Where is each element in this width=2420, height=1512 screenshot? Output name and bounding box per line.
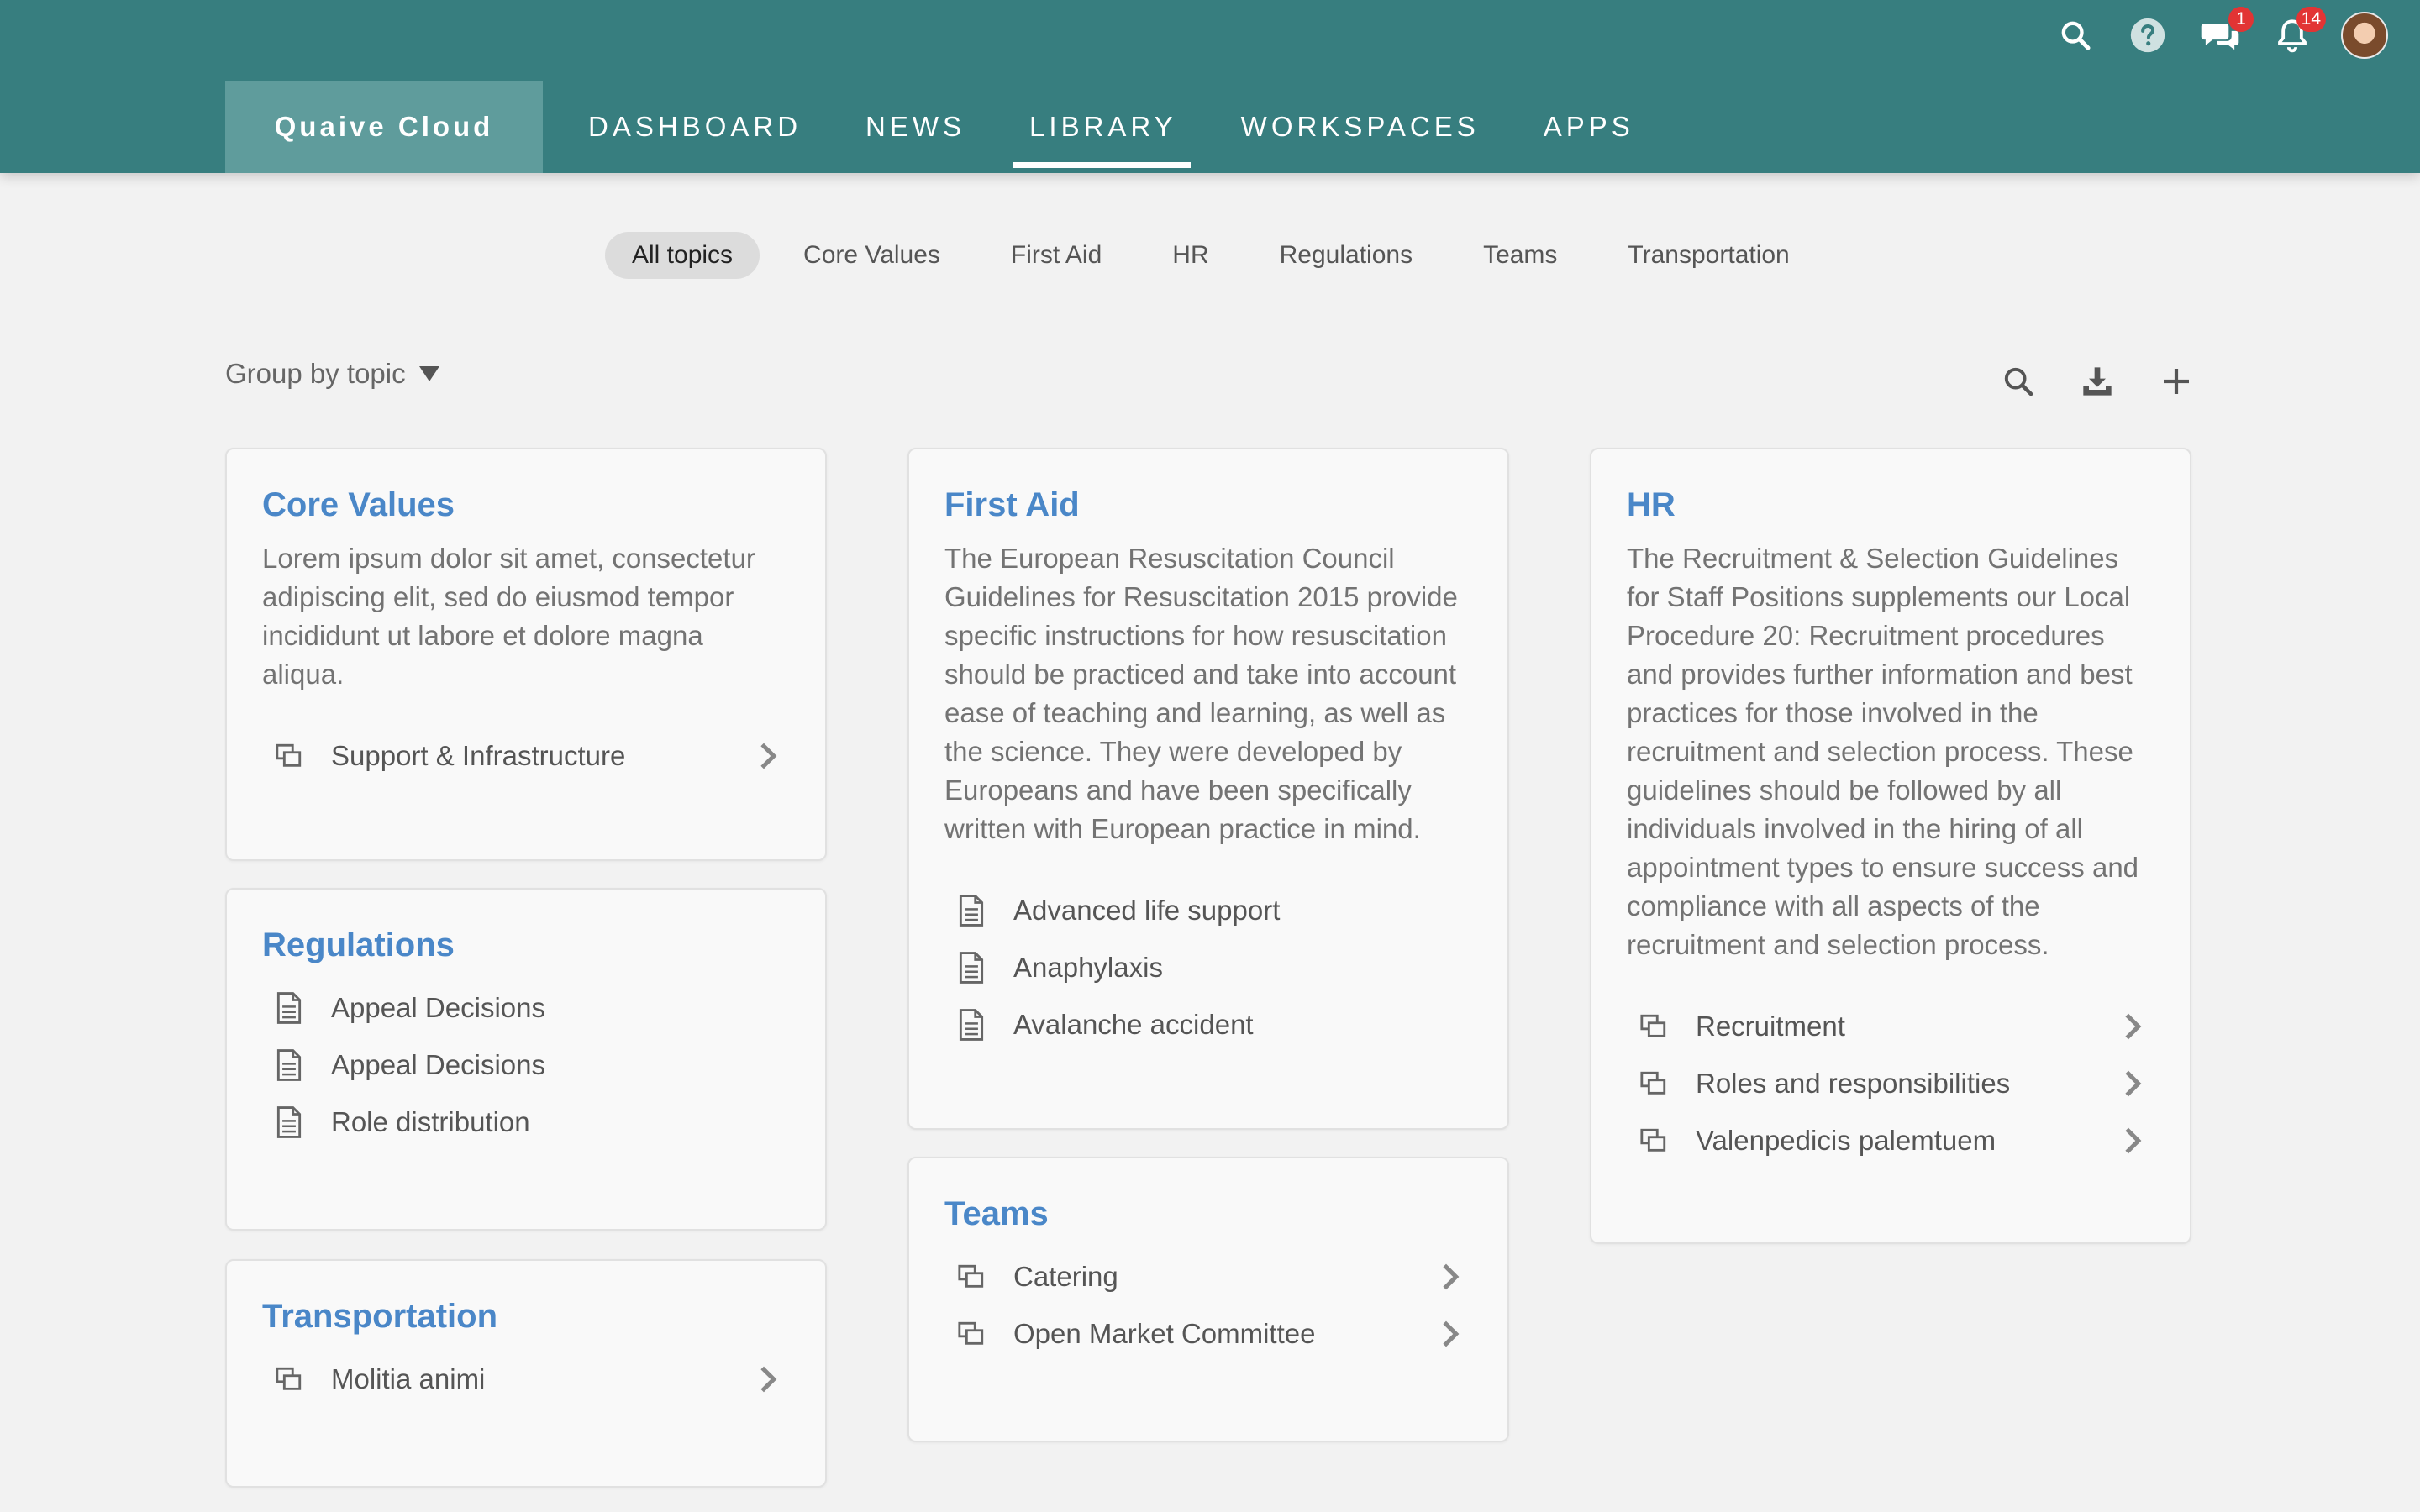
card-transportation: Transportation Molitia animi: [225, 1259, 827, 1488]
card-title[interactable]: Teams: [944, 1195, 1472, 1233]
list-item-label: Appeal Decisions: [331, 1049, 545, 1080]
card-title[interactable]: Regulations: [262, 927, 790, 964]
card-title[interactable]: First Aid: [944, 486, 1472, 524]
folder-icon: [953, 1258, 990, 1295]
help-icon[interactable]: [2124, 12, 2171, 59]
alerts-badge: 14: [2296, 7, 2326, 32]
list-item[interactable]: Molitia animi: [262, 1351, 790, 1408]
chevron-right-icon[interactable]: [2118, 1008, 2148, 1045]
topic-all[interactable]: All topics: [605, 232, 760, 279]
brand-logo[interactable]: Quaive Cloud: [225, 81, 543, 173]
library-tools: [1963, 358, 2200, 405]
folder-icon: [1635, 1008, 1672, 1045]
list-item[interactable]: Recruitment: [1627, 998, 2154, 1055]
topic-filter: All topics Core Values First Aid HR Regu…: [605, 232, 1833, 279]
card-teams: Teams Catering Open Market Committee: [908, 1157, 1509, 1442]
topic-teams[interactable]: Teams: [1456, 232, 1584, 279]
chevron-right-icon[interactable]: [1435, 1315, 1465, 1352]
library-download-button[interactable]: [2074, 358, 2121, 405]
folder-icon: [1635, 1065, 1672, 1102]
topic-transportation[interactable]: Transportation: [1601, 232, 1816, 279]
folder-icon: [1635, 1122, 1672, 1159]
list-item[interactable]: Advanced life support: [944, 882, 1472, 939]
list-item-label: Molitia animi: [331, 1363, 486, 1394]
folder-icon: [271, 1361, 308, 1398]
topic-hr[interactable]: HR: [1145, 232, 1235, 279]
chevron-right-icon[interactable]: [2118, 1122, 2148, 1159]
list-item-label: Support & Infrastructure: [331, 740, 626, 771]
nav-apps[interactable]: APPS: [1544, 81, 1634, 173]
library-add-button[interactable]: [2153, 358, 2200, 405]
messages-badge: 1: [2228, 7, 2254, 32]
list-item[interactable]: Catering: [944, 1248, 1472, 1305]
user-avatar[interactable]: [2341, 12, 2388, 59]
card-title[interactable]: HR: [1627, 486, 2154, 524]
avatar: [2341, 12, 2388, 59]
plus-icon: [2164, 369, 2189, 394]
document-icon: [271, 1104, 308, 1141]
document-icon: [953, 949, 990, 986]
chevron-right-icon[interactable]: [1435, 1258, 1465, 1295]
card-title[interactable]: Core Values: [262, 486, 790, 524]
card-description: Lorem ipsum dolor sit amet, consectetur …: [262, 543, 755, 690]
list-item[interactable]: Open Market Committee: [944, 1305, 1472, 1362]
caret-down-icon: [418, 366, 439, 381]
group-by-dropdown[interactable]: Group by topic: [225, 358, 439, 390]
group-by-label: Group by topic: [225, 358, 406, 389]
topic-first-aid[interactable]: First Aid: [984, 232, 1128, 279]
list-item-label: Role distribution: [331, 1106, 530, 1137]
list-item[interactable]: Support & Infrastructure: [262, 727, 790, 785]
chevron-right-icon[interactable]: [753, 738, 783, 774]
list-item-label: Advanced life support: [1013, 895, 1281, 926]
main-nav: DASHBOARD NEWS LIBRARY WORKSPACES APPS: [588, 81, 1698, 173]
top-bar: Quaive Cloud DASHBOARD NEWS LIBRARY WORK…: [0, 0, 2420, 173]
chat-icon[interactable]: 1: [2196, 7, 2254, 59]
list-item-label: Avalanche accident: [1013, 1009, 1254, 1040]
list-item-label: Anaphylaxis: [1013, 952, 1163, 983]
list-item[interactable]: Appeal Decisions: [262, 1037, 790, 1094]
folder-icon: [953, 1315, 990, 1352]
chevron-right-icon[interactable]: [2118, 1065, 2148, 1102]
nav-library[interactable]: LIBRARY: [1013, 81, 1191, 173]
folder-icon: [271, 738, 308, 774]
list-item[interactable]: Valenpedicis palemtuem: [1627, 1112, 2154, 1169]
list-item[interactable]: Role distribution: [262, 1094, 790, 1151]
card-title[interactable]: Transportation: [262, 1298, 790, 1336]
card-regulations: Regulations Appeal Decisions Appeal Deci…: [225, 888, 827, 1231]
list-item-label: Appeal Decisions: [331, 992, 545, 1023]
list-item-label: Open Market Committee: [1013, 1318, 1316, 1349]
topic-regulations[interactable]: Regulations: [1253, 232, 1439, 279]
document-icon: [953, 1006, 990, 1043]
download-icon: [2083, 367, 2112, 396]
nav-dashboard[interactable]: DASHBOARD: [588, 81, 802, 173]
list-item[interactable]: Appeal Decisions: [262, 979, 790, 1037]
list-item-label: Catering: [1013, 1261, 1118, 1292]
nav-news[interactable]: NEWS: [865, 81, 965, 173]
document-icon: [271, 990, 308, 1026]
list-item-label: Valenpedicis palemtuem: [1696, 1125, 1996, 1156]
document-icon: [271, 1047, 308, 1084]
list-item[interactable]: Avalanche accident: [944, 996, 1472, 1053]
list-item[interactable]: Roles and responsibilities: [1627, 1055, 2154, 1112]
card-core-values: Core Values Lorem ipsum dolor sit amet, …: [225, 448, 827, 861]
card-hr: HR The Recruitment & Selection Guideline…: [1590, 448, 2191, 1244]
bell-icon[interactable]: 14: [2269, 7, 2326, 59]
list-item-label: Recruitment: [1696, 1011, 1845, 1042]
card-description: The Recruitment & Selection Guidelines f…: [1627, 543, 2139, 960]
nav-workspaces[interactable]: WORKSPACES: [1241, 81, 1480, 173]
card-description: The European Resuscitation Council Guide…: [944, 543, 1458, 844]
list-item-label: Roles and responsibilities: [1696, 1068, 2011, 1099]
top-icons: 1 14: [2027, 7, 2388, 59]
search-icon: [2004, 367, 2033, 396]
library-search-button[interactable]: [1995, 358, 2042, 405]
card-first-aid: First Aid The European Resuscitation Cou…: [908, 448, 1509, 1130]
list-item[interactable]: Anaphylaxis: [944, 939, 1472, 996]
search-icon[interactable]: [2052, 12, 2099, 59]
chevron-right-icon[interactable]: [753, 1361, 783, 1398]
document-icon: [953, 892, 990, 929]
topic-core-values[interactable]: Core Values: [776, 232, 967, 279]
